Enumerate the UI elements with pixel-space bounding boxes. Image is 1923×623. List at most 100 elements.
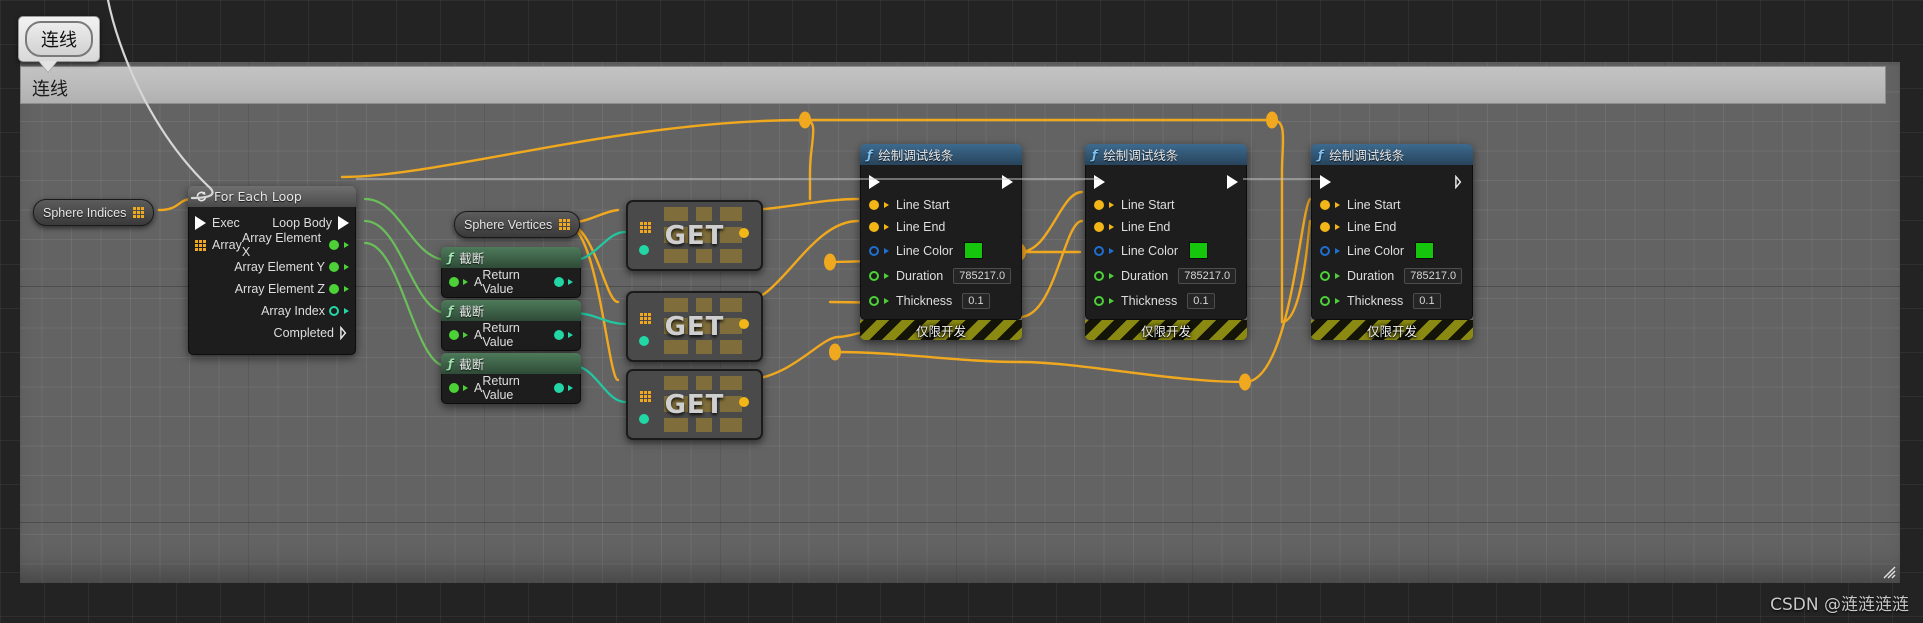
line-color-swatch[interactable] <box>1188 242 1208 259</box>
development-only-label: 仅限开发 <box>1140 323 1191 339</box>
node-header[interactable]: For Each Loop <box>188 186 356 207</box>
pin-arrow-icon <box>568 385 573 391</box>
out-pin-array-element-x[interactable] <box>329 240 339 250</box>
graph-title-label: 连线 <box>32 79 68 100</box>
thickness-input[interactable]: 0.1 <box>962 292 990 309</box>
in-pin-array[interactable] <box>640 391 651 402</box>
node-draw-debug-line-1[interactable]: ƒ 绘制调试线条 Line Start Line End Line Color … <box>860 144 1022 340</box>
pin-arrow-icon <box>884 202 889 208</box>
exec-out-loop-body-pin[interactable] <box>338 216 349 230</box>
node-header[interactable]: ƒ 截断 <box>441 247 581 268</box>
blueprint-graph-panel[interactable]: Sphere Indices For Each Loop Exec Loop B… <box>20 62 1900 583</box>
node-header[interactable]: ƒ 绘制调试线条 <box>1311 144 1473 165</box>
out-pin-array-element-y[interactable] <box>329 262 339 272</box>
exec-out-completed-pin[interactable] <box>340 326 349 340</box>
node-header[interactable]: ƒ 绘制调试线条 <box>860 144 1022 165</box>
exec-out-pin[interactable] <box>1227 175 1238 189</box>
array-grid-icon[interactable] <box>195 239 206 251</box>
exec-in-pin[interactable] <box>195 216 206 230</box>
node-header[interactable]: ƒ 截断 <box>441 300 581 321</box>
node-header[interactable]: ƒ 截断 <box>441 353 581 374</box>
in-pin-line-start[interactable] <box>869 200 879 210</box>
duration-input[interactable]: 785217.0 <box>1178 267 1237 284</box>
in-pin-index[interactable] <box>639 245 649 255</box>
in-pin-line-color[interactable] <box>1320 245 1330 256</box>
node-get-2[interactable]: GET <box>626 291 763 362</box>
in-pin-index[interactable] <box>639 336 649 346</box>
pin-arrow-icon <box>1335 297 1340 304</box>
thickness-input[interactable]: 0.1 <box>1413 292 1441 309</box>
out-pin-array-element-z[interactable] <box>329 284 339 294</box>
pin-row-array-elem-y: Array Element Y <box>195 256 349 278</box>
pin-arrow-icon <box>568 332 573 338</box>
in-pin-line-start[interactable] <box>1094 200 1104 210</box>
exec-in-pin[interactable] <box>1320 175 1331 189</box>
out-pin-item[interactable] <box>739 397 749 407</box>
pin-label-line-end: Line End <box>1347 220 1397 234</box>
pin-arrow-icon <box>884 247 889 254</box>
in-pin-line-start[interactable] <box>1320 200 1330 210</box>
in-pin-index[interactable] <box>639 414 649 424</box>
out-pin-return-value[interactable] <box>554 383 564 393</box>
node-truncate-3[interactable]: ƒ 截断 A Return Value <box>441 353 581 404</box>
in-pin-a[interactable] <box>449 330 459 340</box>
function-f-icon: ƒ <box>448 303 454 318</box>
pin-label-exec: Exec <box>212 216 240 230</box>
exec-out-pin[interactable] <box>1455 175 1464 189</box>
node-draw-debug-line-2[interactable]: ƒ 绘制调试线条 Line Start Line End Line Color … <box>1085 144 1247 340</box>
in-pin-duration[interactable] <box>1320 270 1330 281</box>
out-pin-item[interactable] <box>739 319 749 329</box>
in-pin-line-end[interactable] <box>869 222 879 232</box>
node-body: Exec Loop Body Array Array Element X Arr… <box>188 207 356 355</box>
exec-in-pin[interactable] <box>1094 175 1105 189</box>
pin-row-exec <box>869 170 1013 194</box>
in-pin-duration[interactable] <box>869 270 879 281</box>
in-pin-a[interactable] <box>449 277 459 287</box>
in-pin-thickness[interactable] <box>1094 295 1104 306</box>
exec-out-pin[interactable] <box>1002 175 1013 189</box>
function-f-icon: ƒ <box>448 250 454 265</box>
node-body: A Return Value <box>441 321 581 351</box>
pin-arrow-icon <box>344 308 349 314</box>
development-only-banner: 仅限开发 <box>860 320 1022 340</box>
tooltip-callout: 连线 <box>18 16 100 72</box>
in-pin-array[interactable] <box>640 222 651 233</box>
out-pin-array-index[interactable] <box>329 306 339 316</box>
node-header[interactable]: ƒ 绘制调试线条 <box>1085 144 1247 165</box>
in-pin-line-color[interactable] <box>869 245 879 256</box>
node-truncate-2[interactable]: ƒ 截断 A Return Value <box>441 300 581 351</box>
array-grid-icon[interactable] <box>559 219 571 230</box>
in-pin-line-end[interactable] <box>1094 222 1104 232</box>
node-get-1[interactable]: GET <box>626 200 763 271</box>
in-pin-duration[interactable] <box>1094 270 1104 281</box>
duration-input[interactable]: 785217.0 <box>953 267 1012 284</box>
node-for-each-loop[interactable]: For Each Loop Exec Loop Body Array Array… <box>188 186 356 355</box>
variable-node-sphere-vertices[interactable]: Sphere Vertices <box>454 211 581 238</box>
node-body: A Return Value <box>441 374 581 404</box>
pin-row-thickness: Thickness 0.1 <box>1320 288 1464 313</box>
array-grid-icon[interactable] <box>133 207 145 218</box>
variable-node-sphere-indices[interactable]: Sphere Indices <box>33 199 155 226</box>
in-pin-array[interactable] <box>640 313 651 324</box>
pin-label-line-color: Line Color <box>1121 243 1178 258</box>
pin-arrow-icon <box>344 242 349 248</box>
node-truncate-1[interactable]: ƒ 截断 A Return Value <box>441 247 581 298</box>
exec-in-pin[interactable] <box>869 175 880 189</box>
pin-row-line-end: Line End <box>1320 216 1464 238</box>
line-color-swatch[interactable] <box>1414 242 1434 259</box>
in-pin-thickness[interactable] <box>1320 295 1330 306</box>
resize-grip-icon[interactable] <box>1881 564 1896 579</box>
in-pin-a[interactable] <box>449 383 459 393</box>
in-pin-line-end[interactable] <box>1320 222 1330 232</box>
out-pin-item[interactable] <box>739 228 749 238</box>
tooltip-callout-label: 连线 <box>25 21 93 57</box>
in-pin-thickness[interactable] <box>869 295 879 306</box>
in-pin-line-color[interactable] <box>1094 245 1104 256</box>
out-pin-return-value[interactable] <box>554 330 564 340</box>
duration-input[interactable]: 785217.0 <box>1404 267 1463 284</box>
node-draw-debug-line-3[interactable]: ƒ 绘制调试线条 Line Start Line End Line Color … <box>1311 144 1473 340</box>
node-get-3[interactable]: GET <box>626 369 763 440</box>
thickness-input[interactable]: 0.1 <box>1187 292 1215 309</box>
line-color-swatch[interactable] <box>963 242 983 259</box>
out-pin-return-value[interactable] <box>554 277 564 287</box>
